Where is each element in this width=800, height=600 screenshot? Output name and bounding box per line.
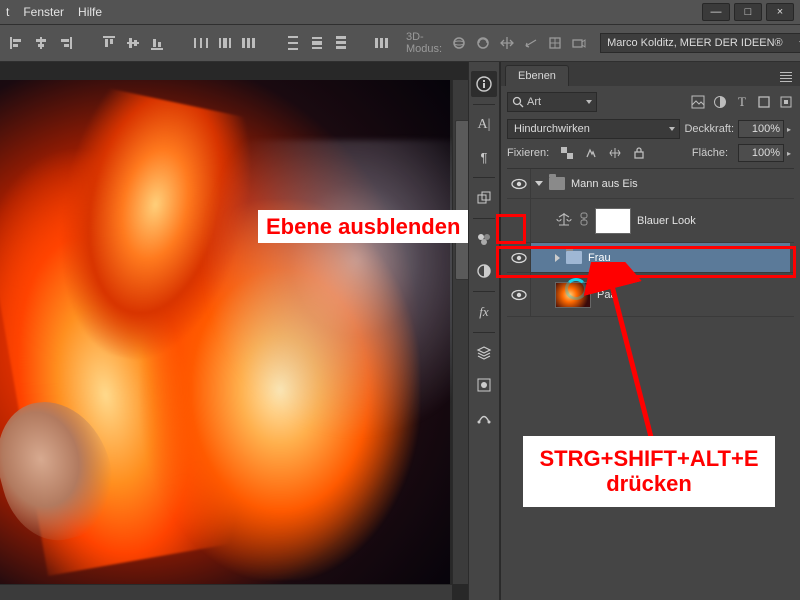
paragraph-panel-icon[interactable]: ¶ — [471, 144, 497, 170]
window-maximize-button[interactable]: □ — [734, 3, 762, 21]
workspace-combo[interactable]: Marco Kolditz, MEER DER IDEEN® — [600, 33, 800, 53]
layer-adjustment-blauer-look[interactable]: Blauer Look — [507, 199, 794, 243]
auto-align-icon[interactable] — [374, 32, 392, 54]
menubar: t Fenster Hilfe — □ × — [0, 0, 800, 24]
layers-list: Mann aus Eis Blauer Look — [507, 168, 794, 317]
3d-orbit-icon[interactable] — [448, 32, 470, 54]
opacity-flyout-icon[interactable]: ▸ — [784, 125, 794, 134]
lock-transparency-icon[interactable] — [559, 145, 575, 161]
filter-smart-icon[interactable] — [778, 94, 794, 110]
menu-item-hilfe[interactable]: Hilfe — [78, 5, 102, 19]
align-top-icon[interactable] — [98, 32, 120, 54]
lock-all-icon[interactable] — [631, 145, 647, 161]
mode3d-label: 3D-Modus: — [406, 31, 442, 55]
visibility-toggle[interactable] — [507, 243, 531, 272]
visibility-toggle[interactable] — [507, 273, 531, 316]
window-minimize-button[interactable]: — — [702, 3, 730, 21]
3d-roll-icon[interactable] — [472, 32, 494, 54]
opacity-label: Deckkraft: — [684, 123, 734, 135]
lock-label: Fixieren: — [507, 147, 549, 159]
channels-panel-icon[interactable] — [471, 372, 497, 398]
layer-name[interactable]: Mann aus Eis — [571, 178, 638, 190]
panel-dock: A| ¶ fx — [468, 62, 500, 600]
layer-name[interactable]: Blauer Look — [637, 215, 696, 227]
visibility-toggle[interactable] — [507, 169, 531, 198]
horizontal-scrollbar[interactable] — [0, 584, 452, 600]
paths-panel-icon[interactable] — [471, 404, 497, 430]
clone-source-panel-icon[interactable] — [471, 185, 497, 211]
3d-camera-icon[interactable] — [568, 32, 590, 54]
balance-icon — [555, 211, 573, 230]
visibility-toggle[interactable] — [507, 199, 531, 242]
busy-spinner-icon — [565, 278, 587, 300]
filter-shape-icon[interactable] — [756, 94, 772, 110]
panel-tab-strip: Ebenen — [501, 62, 800, 86]
distribute-v-icon[interactable] — [282, 32, 304, 54]
tab-ebenen[interactable]: Ebenen — [505, 65, 569, 86]
align-right-icon[interactable] — [54, 32, 76, 54]
lock-pixels-icon[interactable] — [583, 145, 599, 161]
3d-slide-icon[interactable] — [520, 32, 542, 54]
fill-label: Fläche: — [692, 147, 728, 159]
distribute-h-icon[interactable] — [190, 32, 212, 54]
blend-mode-value: Hindurchwirken — [514, 123, 590, 135]
align-middle-icon[interactable] — [122, 32, 144, 54]
panel-flyout-menu-icon[interactable] — [776, 68, 796, 86]
distribute-v3-icon[interactable] — [330, 32, 352, 54]
layer-name[interactable]: Frau — [588, 252, 611, 264]
layer-group-mann-aus-eis[interactable]: Mann aus Eis — [507, 169, 794, 199]
layer-group-frau[interactable]: Frau — [507, 243, 794, 273]
workspace: Ebene ausblenden A| ¶ fx Ebenen Ar — [0, 62, 800, 600]
distribute-h2-icon[interactable] — [214, 32, 236, 54]
info-panel-icon[interactable] — [471, 71, 497, 97]
layer-pixel-paa[interactable]: Paa — [507, 273, 794, 317]
layers-panel: Ebenen Art T Hi — [500, 62, 800, 600]
annotation-hide-layer: Ebene ausblenden — [258, 210, 468, 243]
menu-item-fenster[interactable]: Fenster — [23, 5, 64, 19]
character-panel-icon[interactable]: A| — [471, 112, 497, 138]
layers-panel-icon[interactable] — [471, 340, 497, 366]
align-center-h-icon[interactable] — [30, 32, 52, 54]
layer-mask-thumb[interactable] — [595, 208, 631, 234]
window-close-button[interactable]: × — [766, 3, 794, 21]
layer-name[interactable]: Paa — [597, 289, 617, 301]
layer-filter-kind-combo[interactable]: Art — [507, 92, 597, 112]
distribute-h3-icon[interactable] — [238, 32, 260, 54]
swatches-panel-icon[interactable] — [471, 226, 497, 252]
options-bar: 3D-Modus: Marco Kolditz, MEER DER IDEEN® — [0, 24, 800, 62]
folder-icon — [549, 177, 565, 190]
3d-pan-icon[interactable] — [496, 32, 518, 54]
lock-position-icon[interactable] — [607, 145, 623, 161]
layers-panel-body: Art T Hindurchwirken Deckkraft: 100% — [501, 86, 800, 600]
filter-type-icon[interactable]: T — [734, 94, 750, 110]
workspace-combo-label: Marco Kolditz, MEER DER IDEEN® — [607, 37, 783, 49]
distribute-v2-icon[interactable] — [306, 32, 328, 54]
styles-panel-icon[interactable]: fx — [471, 299, 497, 325]
document-canvas[interactable] — [0, 80, 450, 600]
disclosure-triangle-icon[interactable] — [535, 181, 543, 186]
blend-mode-combo[interactable]: Hindurchwirken — [507, 119, 680, 139]
adjustments-panel-icon[interactable] — [471, 258, 497, 284]
canvas-area[interactable]: Ebene ausblenden — [0, 62, 468, 600]
folder-icon — [566, 251, 582, 264]
menu-item-truncated[interactable]: t — [6, 5, 9, 19]
filter-pixel-icon[interactable] — [690, 94, 706, 110]
align-bottom-icon[interactable] — [146, 32, 168, 54]
layer-filter-kind-label: Art — [527, 96, 541, 108]
vertical-scrollbar[interactable] — [452, 80, 468, 584]
align-left-icon[interactable] — [6, 32, 28, 54]
disclosure-triangle-icon[interactable] — [555, 254, 560, 262]
fill-flyout-icon[interactable]: ▸ — [784, 149, 794, 158]
fill-field[interactable]: 100% — [738, 144, 784, 162]
link-mask-icon[interactable] — [579, 212, 589, 229]
annotation-shortcut: STRG+SHIFT+ALT+E drücken — [523, 436, 775, 507]
filter-adjust-icon[interactable] — [712, 94, 728, 110]
3d-scale-icon[interactable] — [544, 32, 566, 54]
opacity-field[interactable]: 100% — [738, 120, 784, 138]
